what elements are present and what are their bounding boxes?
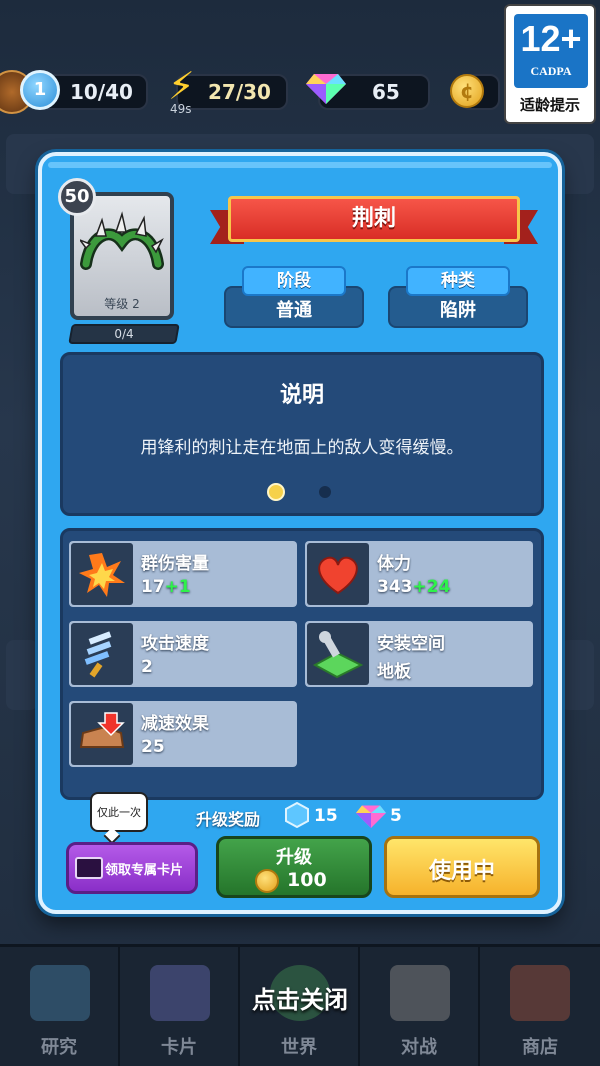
description-text: 用锋利的刺让走在地面上的敌人变得缓慢。 [140, 438, 464, 458]
page-dot-inactive[interactable] [319, 486, 331, 498]
stat-name: 群伤害量 [141, 554, 209, 574]
nav-label: 商店 [522, 1037, 558, 1058]
stat-name: 减速效果 [141, 714, 209, 734]
card-count-badge: 50 [58, 178, 96, 216]
slow-boot-icon [71, 703, 133, 765]
explosion-icon [71, 543, 133, 605]
nav-label: 研究 [41, 1037, 77, 1058]
age-rating-box: 12+ CADPA [514, 14, 588, 88]
card-progress-bar: 0/4 [68, 324, 180, 344]
description-panel[interactable]: 说明 用锋利的刺让走在地面上的敌人变得缓慢。 [60, 352, 544, 516]
stat-value: 343 [377, 577, 413, 597]
type-label: 种类 [406, 266, 510, 296]
age-rating-badge: 12+ CADPA 适龄提示 [504, 4, 596, 124]
blue-gem-icon [285, 802, 309, 828]
stat-value: 地板 [377, 662, 411, 682]
energy-timer: 49s [170, 102, 192, 116]
tooltip-text: 仅此一次 [97, 806, 141, 819]
stat-health: 体力 343+24 [305, 541, 533, 607]
stat-value: 25 [141, 737, 165, 757]
claim-exclusive-card-label: 领取专属卡片 [105, 863, 184, 878]
age-rating-label: 适龄提示 [519, 96, 580, 114]
stat-attack-speed: 攻击速度 2 [69, 621, 297, 687]
card-progress-text: 0/4 [114, 327, 134, 341]
stat-bonus: +1 [164, 577, 191, 597]
stat-value: 17 [141, 577, 165, 597]
stat-slow-effect: 减速效果 25 [69, 701, 297, 767]
stat-bonus: +24 [412, 577, 451, 597]
one-time-tooltip: 仅此一次 [90, 792, 148, 845]
stat-name: 安装空间 [377, 634, 445, 654]
xp-value: 10/40 [70, 80, 133, 104]
type-pill: 种类 陷阱 [388, 266, 528, 328]
page-dot-active[interactable] [267, 483, 285, 501]
nav-label: 世界 [281, 1037, 317, 1058]
upgrade-cost: 100 [287, 869, 327, 891]
rainbow-gem-icon [356, 805, 386, 828]
tap-to-close-hint[interactable]: 点击关闭 [0, 980, 600, 1015]
stat-value: 2 [141, 657, 153, 677]
gem-value: 65 [372, 80, 400, 104]
thorn-trap-art [80, 211, 164, 270]
energy-value: 27/30 [208, 80, 271, 104]
description-title: 说明 [279, 383, 324, 408]
claim-exclusive-card-button[interactable]: 领取专属卡片 [66, 842, 198, 894]
nav-label: 对战 [401, 1037, 437, 1058]
card-level-label: 等级 2 [104, 297, 140, 311]
in-use-label: 使用中 [428, 859, 495, 884]
stat-name: 体力 [377, 554, 411, 574]
card-title-ribbon: 荆刺 [210, 196, 538, 244]
age-rating-org: CADPA [530, 64, 572, 78]
stat-name: 攻击速度 [141, 634, 209, 654]
upgrade-label: 升级 [276, 847, 312, 868]
nav-label: 卡片 [161, 1037, 197, 1058]
coin-icon: ¢ [450, 74, 484, 108]
coin-icon [255, 869, 279, 893]
heart-icon [307, 543, 369, 605]
reward-rainbow-gem-count: 5 [390, 806, 402, 826]
stat-install-space: 安装空间 地板 [305, 621, 533, 687]
upgrade-reward-label: 升级奖励 [196, 810, 261, 829]
upgrade-button[interactable]: 升级 100 [216, 836, 372, 898]
video-icon [75, 857, 103, 879]
in-use-button[interactable]: 使用中 [384, 836, 540, 898]
sword-icon [71, 623, 133, 685]
stage-label: 阶段 [242, 266, 346, 296]
rainbow-gem-icon [306, 74, 346, 104]
card-detail-modal: 等级 2 50 0/4 荆刺 阶段 普通 种类 陷阱 说明 用锋利的刺让走在地面… [38, 152, 562, 914]
floor-icon [307, 623, 369, 685]
reward-blue-gem-count: 15 [314, 806, 338, 826]
age-rating-number: 12+ [520, 18, 582, 59]
card-title: 荆刺 [351, 206, 396, 231]
stage-pill: 阶段 普通 [224, 266, 364, 328]
stats-panel: 群伤害量 17+1 体力 343+24 攻击速度 2 安装空间 地板 减速效果 … [60, 528, 544, 800]
player-level-badge: 1 [20, 70, 60, 110]
stat-group-damage: 群伤害量 17+1 [69, 541, 297, 607]
